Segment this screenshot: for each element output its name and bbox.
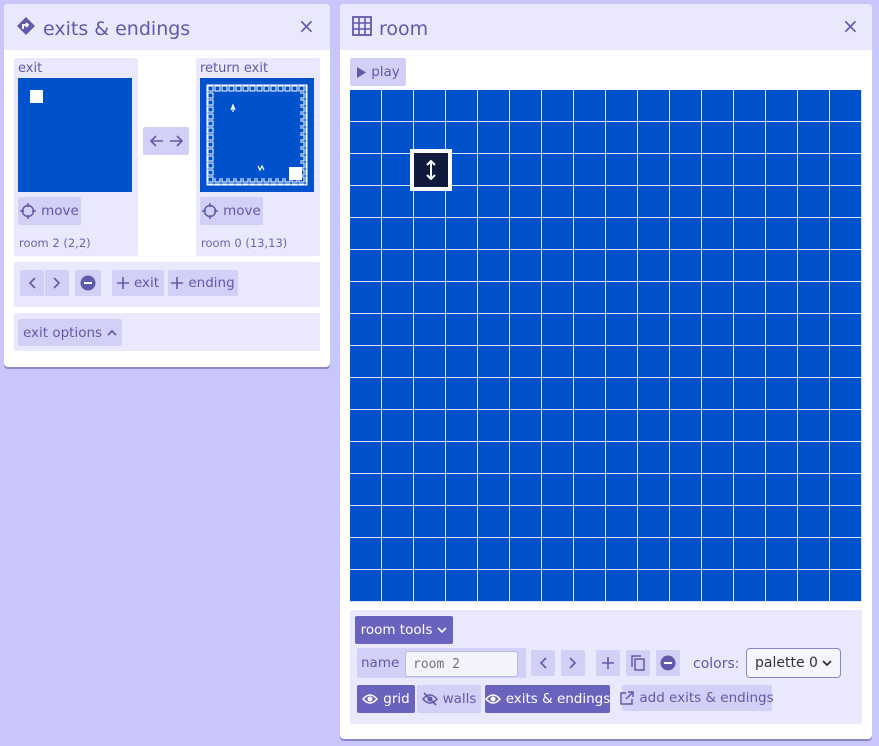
return-move-button[interactable]: move — [200, 197, 263, 225]
add-room-button[interactable] — [596, 650, 620, 676]
play-icon — [356, 66, 367, 78]
chevron-right-icon — [53, 277, 61, 289]
exit-options-bar: exit options — [14, 313, 320, 351]
chevron-right-icon — [569, 657, 577, 669]
exits-panel-header: exits & endings × — [4, 4, 330, 50]
add-exits-endings-button[interactable]: add exits & endings — [620, 685, 774, 711]
exits-endings-toggle[interactable]: exits & endings — [484, 685, 611, 713]
exit-room-location: room 2 (2,2) — [19, 236, 91, 250]
room-panel: room × play room tools name room 2 color… — [340, 4, 872, 739]
exit-marker — [30, 90, 43, 103]
vertical-arrows-icon — [414, 153, 448, 187]
walls-label: walls — [442, 691, 477, 707]
chevron-down-icon — [822, 659, 832, 667]
grid-toggle[interactable]: grid — [357, 685, 415, 713]
play-label: play — [371, 64, 400, 80]
plus-icon — [171, 277, 184, 289]
exit-move-label: move — [41, 203, 79, 219]
add-ending-label: ending — [188, 275, 235, 291]
exits-endings-panel: exits & endings × exit move room 2 (2,2)… — [4, 4, 330, 367]
exit-options-label: exit options — [22, 324, 103, 341]
duplicate-room-button[interactable] — [626, 650, 650, 676]
palette-select[interactable]: palette 0 — [746, 648, 841, 678]
eye-off-icon — [421, 692, 438, 706]
arrow-right-icon — [169, 135, 183, 147]
return-exit-label: return exit — [200, 61, 269, 76]
next-exit-button[interactable] — [45, 270, 69, 296]
chevron-up-icon — [107, 329, 117, 337]
exits-endings-toggle-label: exits & endings — [505, 691, 611, 707]
exit-move-button[interactable]: move — [18, 197, 81, 225]
room-canvas[interactable] — [350, 90, 862, 602]
prev-room-button[interactable] — [531, 650, 555, 676]
next-room-button[interactable] — [561, 650, 585, 676]
grid-icon — [352, 16, 372, 36]
close-icon[interactable]: × — [298, 16, 315, 36]
plus-icon — [116, 277, 129, 289]
delete-exit-button[interactable] — [75, 270, 101, 296]
crosshair-icon — [202, 203, 219, 219]
walls-toggle[interactable]: walls — [417, 685, 481, 713]
return-room-thumbnail[interactable] — [200, 78, 314, 192]
exits-panel-title: exits & endings — [43, 18, 191, 40]
room-name-label: name — [361, 655, 400, 671]
room-tools-label: room tools — [360, 622, 433, 638]
add-exits-endings-label: add exits & endings — [639, 690, 774, 706]
palette-value: palette 0 — [755, 655, 818, 671]
delete-room-button[interactable] — [656, 650, 680, 676]
eye-icon — [362, 693, 379, 705]
add-exit-label: exit — [133, 275, 160, 291]
prev-exit-button[interactable] — [20, 270, 44, 296]
minus-circle-icon — [80, 275, 96, 291]
return-move-label: move — [223, 203, 261, 219]
eye-icon — [484, 693, 501, 705]
exit-room-thumbnail[interactable] — [18, 78, 132, 192]
chevron-down-icon — [437, 626, 447, 634]
room-tools-toggle[interactable]: room tools — [355, 616, 453, 644]
external-link-icon — [620, 691, 635, 705]
exit-nav-bar: exit ending — [14, 262, 320, 307]
add-ending-button[interactable]: ending — [168, 270, 238, 296]
grid-label: grid — [383, 691, 410, 707]
arrow-left-icon — [149, 135, 164, 147]
plus-icon — [602, 657, 614, 669]
crosshair-icon — [20, 203, 37, 219]
room-panel-header: room × — [340, 4, 872, 50]
room-name-input[interactable] — [405, 651, 518, 677]
return-room-walls — [206, 84, 308, 186]
play-button[interactable]: play — [350, 58, 406, 86]
swap-exits-button[interactable] — [143, 127, 189, 155]
add-exit-button[interactable]: exit — [112, 270, 164, 296]
close-icon[interactable]: × — [842, 16, 859, 36]
exit-options-toggle[interactable]: exit options — [18, 319, 122, 346]
exit-sign-icon — [16, 16, 36, 36]
minus-circle-icon — [660, 655, 676, 671]
room-panel-title: room — [379, 18, 429, 40]
room-tools-box: room tools name room 2 colors: palette 0… — [350, 610, 862, 724]
copy-icon — [631, 655, 645, 671]
exit-label: exit — [18, 61, 43, 76]
return-exit-box: return exit move room 0 (13,13) — [196, 58, 320, 256]
colors-label: colors: — [693, 656, 740, 672]
chevron-left-icon — [539, 657, 547, 669]
exit-box: exit move room 2 (2,2) — [14, 58, 138, 256]
selected-exit-tile[interactable] — [410, 149, 452, 191]
return-room-location: room 0 (13,13) — [201, 236, 288, 250]
chevron-left-icon — [28, 277, 36, 289]
